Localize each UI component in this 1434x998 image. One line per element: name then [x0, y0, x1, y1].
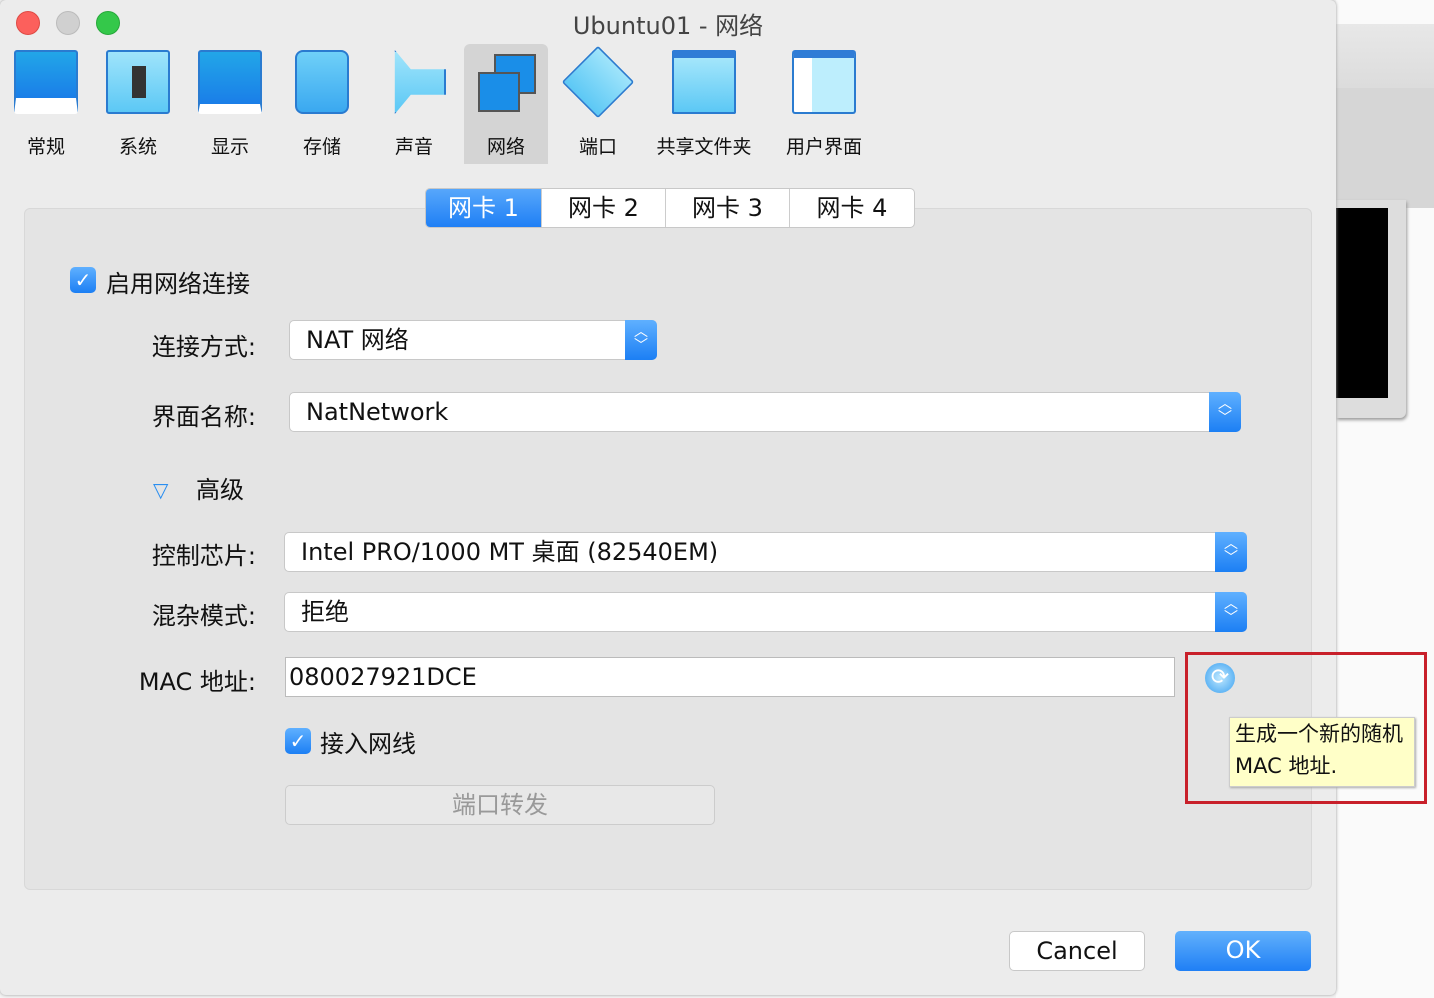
title-bar: Ubuntu01 - 网络 — [0, 0, 1336, 44]
name-select[interactable]: NatNetwork ︿ ﹀ — [289, 392, 1241, 432]
port-icon — [561, 45, 635, 119]
highlight-annotation-box — [1185, 652, 1427, 804]
ok-button[interactable]: OK — [1175, 931, 1311, 971]
name-value: NatNetwork — [306, 398, 449, 426]
mac-label: MAC 地址: — [138, 668, 256, 696]
promiscuous-label: 混杂模式: — [151, 602, 256, 630]
toolbar-ports[interactable]: 端口 — [552, 44, 644, 164]
cancel-button[interactable]: Cancel — [1009, 931, 1145, 971]
toolbar-label: 网络 — [486, 136, 525, 158]
cable-connected-label: 接入网线 — [320, 730, 416, 758]
toolbar-label: 端口 — [578, 136, 617, 158]
attach-label: 连接方式: — [151, 333, 256, 361]
settings-toolbar: 常规 系统 显示 存储 声音 网络 端口 共享文件夹 用户界面 — [0, 44, 884, 164]
window-title: Ubuntu01 - 网络 — [572, 12, 764, 40]
port-forwarding-button[interactable]: 端口转发 — [285, 785, 715, 825]
display-icon — [198, 50, 262, 114]
tab-adapter-2[interactable]: 网卡 2 — [542, 189, 666, 227]
background-preview — [1336, 200, 1406, 418]
background-toolbar — [1336, 88, 1434, 208]
tab-adapter-3[interactable]: 网卡 3 — [666, 189, 790, 227]
toolbar-user-interface[interactable]: 用户界面 — [764, 44, 884, 164]
toolbar-label: 用户界面 — [785, 136, 862, 158]
cable-connected-checkbox[interactable]: ✓ — [285, 728, 311, 754]
toolbar-system[interactable]: 系统 — [92, 44, 184, 164]
toolbar-label: 共享文件夹 — [656, 136, 752, 158]
promiscuous-value: 拒绝 — [301, 598, 349, 626]
chevron-updown-icon: ︿ ﹀ — [1215, 592, 1247, 632]
enable-network-label: 启用网络连接 — [106, 270, 250, 298]
name-label: 界面名称: — [151, 403, 256, 431]
chevron-updown-icon: ︿ ﹀ — [625, 320, 657, 360]
adapter-type-label: 控制芯片: — [151, 542, 256, 570]
adapter-type-value: Intel PRO/1000 MT 桌面 (82540EM) — [301, 538, 719, 566]
chevron-updown-icon: ︿ ﹀ — [1209, 392, 1241, 432]
toolbar-display[interactable]: 显示 — [184, 44, 276, 164]
attach-value: NAT 网络 — [306, 326, 409, 354]
advanced-label[interactable]: 高级 — [196, 470, 244, 505]
speaker-icon — [394, 50, 446, 114]
disclosure-triangle-icon[interactable]: ▽ — [153, 478, 168, 502]
settings-window: Ubuntu01 - 网络 常规 系统 显示 存储 声音 网络 端口 共享文件夹… — [0, 0, 1336, 995]
promiscuous-select[interactable]: 拒绝 ︿ ﹀ — [284, 592, 1247, 632]
attach-select[interactable]: NAT 网络 ︿ ﹀ — [289, 320, 657, 360]
disk-icon — [295, 50, 349, 114]
adapter-type-select[interactable]: Intel PRO/1000 MT 桌面 (82540EM) ︿ ﹀ — [284, 532, 1247, 572]
mac-address-input[interactable]: 080027921DCE — [285, 657, 1175, 697]
toolbar-label: 显示 — [210, 136, 249, 158]
toolbar-label: 存储 — [302, 136, 341, 158]
general-icon — [14, 50, 78, 114]
chevron-updown-icon: ︿ ﹀ — [1215, 532, 1247, 572]
toolbar-storage[interactable]: 存储 — [276, 44, 368, 164]
toolbar-label: 声音 — [394, 136, 433, 158]
toolbar-label: 常规 — [26, 136, 65, 158]
tab-adapter-1[interactable]: 网卡 1 — [426, 189, 542, 227]
folder-icon — [672, 50, 736, 114]
toolbar-network[interactable]: 网络 — [464, 44, 548, 164]
ui-icon — [792, 50, 856, 114]
tab-adapter-4[interactable]: 网卡 4 — [790, 189, 914, 227]
toolbar-audio[interactable]: 声音 — [368, 44, 460, 164]
toolbar-label: 系统 — [118, 136, 157, 158]
toolbar-general[interactable]: 常规 — [0, 44, 92, 164]
enable-network-checkbox[interactable]: ✓ — [70, 267, 96, 293]
chip-icon — [106, 50, 170, 114]
toolbar-shared-folders[interactable]: 共享文件夹 — [644, 44, 764, 164]
adapter-tabs: 网卡 1 网卡 2 网卡 3 网卡 4 — [425, 188, 915, 228]
network-icon — [474, 50, 538, 114]
